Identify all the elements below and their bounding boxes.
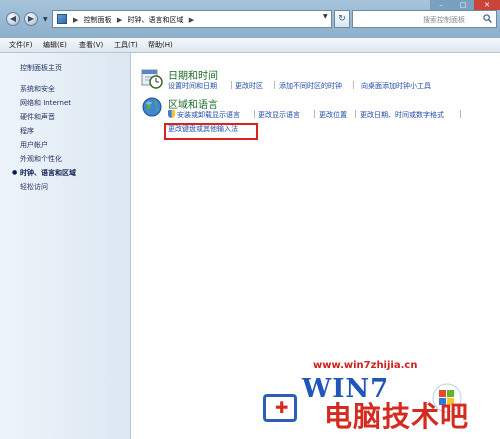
task-separator: [355, 110, 356, 118]
sidebar: 控制面板主页 系统和安全 网络和 Internet 硬件和声音 程序 用户帐户 …: [0, 53, 131, 439]
task-change-location[interactable]: 更改位置: [319, 110, 347, 120]
globe-icon: [142, 97, 162, 117]
task-separator: [274, 81, 275, 89]
menu-help[interactable]: 帮助(H): [148, 40, 173, 50]
task-install-display-language[interactable]: 安装或卸载显示语言: [177, 110, 240, 120]
search-input[interactable]: 搜索控制面板: [352, 10, 497, 28]
task-separator: [314, 110, 315, 118]
task-change-display-language[interactable]: 更改显示语言: [258, 110, 300, 120]
menu-bar: 文件(F) 编辑(E) 查看(V) 工具(T) 帮助(H): [0, 38, 500, 53]
task-separator: [353, 81, 354, 89]
category-title-region-language[interactable]: 区域和语言: [168, 96, 218, 111]
sidebar-item-user-accounts[interactable]: 用户帐户: [20, 140, 48, 150]
breadcrumb-separator-icon[interactable]: ▶: [73, 16, 78, 24]
control-panel-icon: [57, 14, 67, 24]
back-button[interactable]: ◀: [6, 12, 20, 26]
clock-calendar-icon: [141, 69, 163, 89]
sidebar-item-hardware-sound[interactable]: 硬件和声音: [20, 112, 55, 122]
sidebar-item-appearance[interactable]: 外观和个性化: [20, 154, 62, 164]
breadcrumb: ▶ 控制面板 ▶ 时钟、语言和区域 ▶: [73, 15, 197, 25]
refresh-button[interactable]: ↻: [334, 10, 350, 28]
recent-pages-icon[interactable]: ▼: [43, 16, 48, 23]
task-add-clocks[interactable]: 添加不同时区的时钟: [279, 81, 342, 91]
task-add-clock-gadget[interactable]: 向桌面添加时钟小工具: [361, 81, 431, 91]
menu-tools[interactable]: 工具(T): [114, 40, 138, 50]
task-change-timezone[interactable]: 更改时区: [235, 81, 263, 91]
sidebar-item-clock-language-region[interactable]: 时钟、语言和区域: [20, 168, 76, 178]
search-placeholder: 搜索控制面板: [423, 16, 465, 24]
shield-icon: [168, 110, 175, 118]
task-separator: [231, 81, 232, 89]
sidebar-item-system-security[interactable]: 系统和安全: [20, 84, 55, 94]
menu-edit[interactable]: 编辑(E): [43, 40, 67, 50]
watermark-brand: 电脑技术吧: [324, 400, 470, 433]
search-icon[interactable]: [483, 14, 492, 23]
annotation-highlight-box: [164, 123, 258, 140]
task-separator: [254, 110, 255, 118]
menu-view[interactable]: 查看(V): [79, 40, 103, 50]
sidebar-item-network-internet[interactable]: 网络和 Internet: [20, 98, 71, 108]
address-bar[interactable]: ▶ 控制面板 ▶ 时钟、语言和区域 ▶: [52, 10, 332, 28]
breadcrumb-clock-language-region[interactable]: 时钟、语言和区域: [127, 16, 183, 24]
refresh-icon: ↻: [338, 14, 346, 24]
task-set-time-date[interactable]: 设置时间和日期: [168, 81, 217, 91]
watermark-url: www.win7zhijia.cn: [313, 360, 418, 371]
breadcrumb-control-panel[interactable]: 控制面板: [84, 16, 112, 24]
forward-button[interactable]: ▶: [24, 12, 38, 26]
sidebar-item-programs[interactable]: 程序: [20, 126, 34, 136]
menu-file[interactable]: 文件(F): [9, 40, 33, 50]
active-bullet-icon: ●: [12, 169, 18, 176]
watermark-plus-icon: ✚: [275, 398, 289, 417]
task-change-date-time-number-format[interactable]: 更改日期、时间或数字格式: [360, 110, 444, 120]
breadcrumb-separator-icon[interactable]: ▶: [189, 16, 194, 24]
breadcrumb-separator-icon[interactable]: ▶: [117, 16, 122, 24]
sidebar-home-link[interactable]: 控制面板主页: [20, 63, 62, 73]
category-title-date-time[interactable]: 日期和时间: [168, 67, 218, 82]
sidebar-item-ease-of-access[interactable]: 轻松访问: [20, 182, 48, 192]
address-dropdown-icon[interactable]: ▼: [323, 13, 328, 20]
address-row: ◀ ▶ ▼ ▶ 控制面板 ▶ 时钟、语言和区域 ▶ ▼ ↻ 搜索控制面板: [0, 0, 500, 36]
window-frame: – □ ✕ ◀ ▶ ▼ ▶ 控制面板 ▶ 时钟、语言和区域 ▶ ▼ ↻ 搜索控制…: [0, 0, 500, 439]
task-separator: [460, 110, 461, 118]
